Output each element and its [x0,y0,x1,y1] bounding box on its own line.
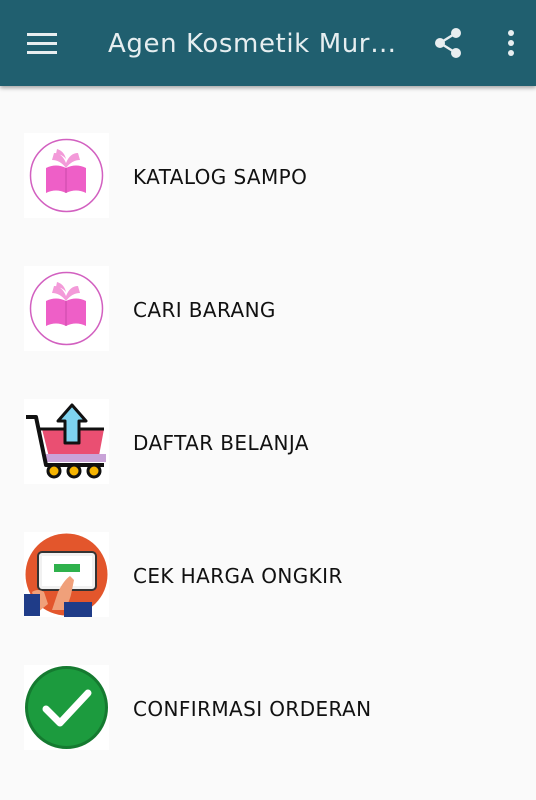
tablet-touch-icon [24,532,109,617]
menu-item-katalog-sampo[interactable]: KATALOG SAMPO [0,86,536,219]
menu-item-label: DAFTAR BELANJA [133,431,309,455]
share-button[interactable] [420,0,476,86]
more-options-button[interactable] [486,0,536,86]
green-checkmark-icon [24,665,109,750]
menu-item-label: CARI BARANG [133,298,276,322]
shopping-cart-upload-icon [24,399,109,484]
menu-list: KATALOG SAMPO CARI BARANG DAFTAR BELANJA… [0,86,536,751]
app-bar: Agen Kosmetik Mur… [0,0,536,86]
app-title: Agen Kosmetik Mur… [108,29,397,59]
menu-item-cari-barang[interactable]: CARI BARANG [0,219,536,352]
more-vertical-icon [508,30,514,56]
menu-button[interactable] [14,0,70,86]
menu-item-label: KATALOG SAMPO [133,165,308,189]
menu-item-label: CONFIRMASI ORDERAN [133,697,372,721]
pink-book-icon [24,266,109,351]
menu-item-cek-harga-ongkir[interactable]: CEK HARGA ONGKIR [0,485,536,618]
hamburger-menu-icon [27,33,57,54]
share-icon [435,28,461,58]
pink-book-icon [24,133,109,218]
menu-item-daftar-belanja[interactable]: DAFTAR BELANJA [0,352,536,485]
menu-item-label: CEK HARGA ONGKIR [133,564,343,588]
menu-item-confirmasi-orderan[interactable]: CONFIRMASI ORDERAN [0,618,536,751]
